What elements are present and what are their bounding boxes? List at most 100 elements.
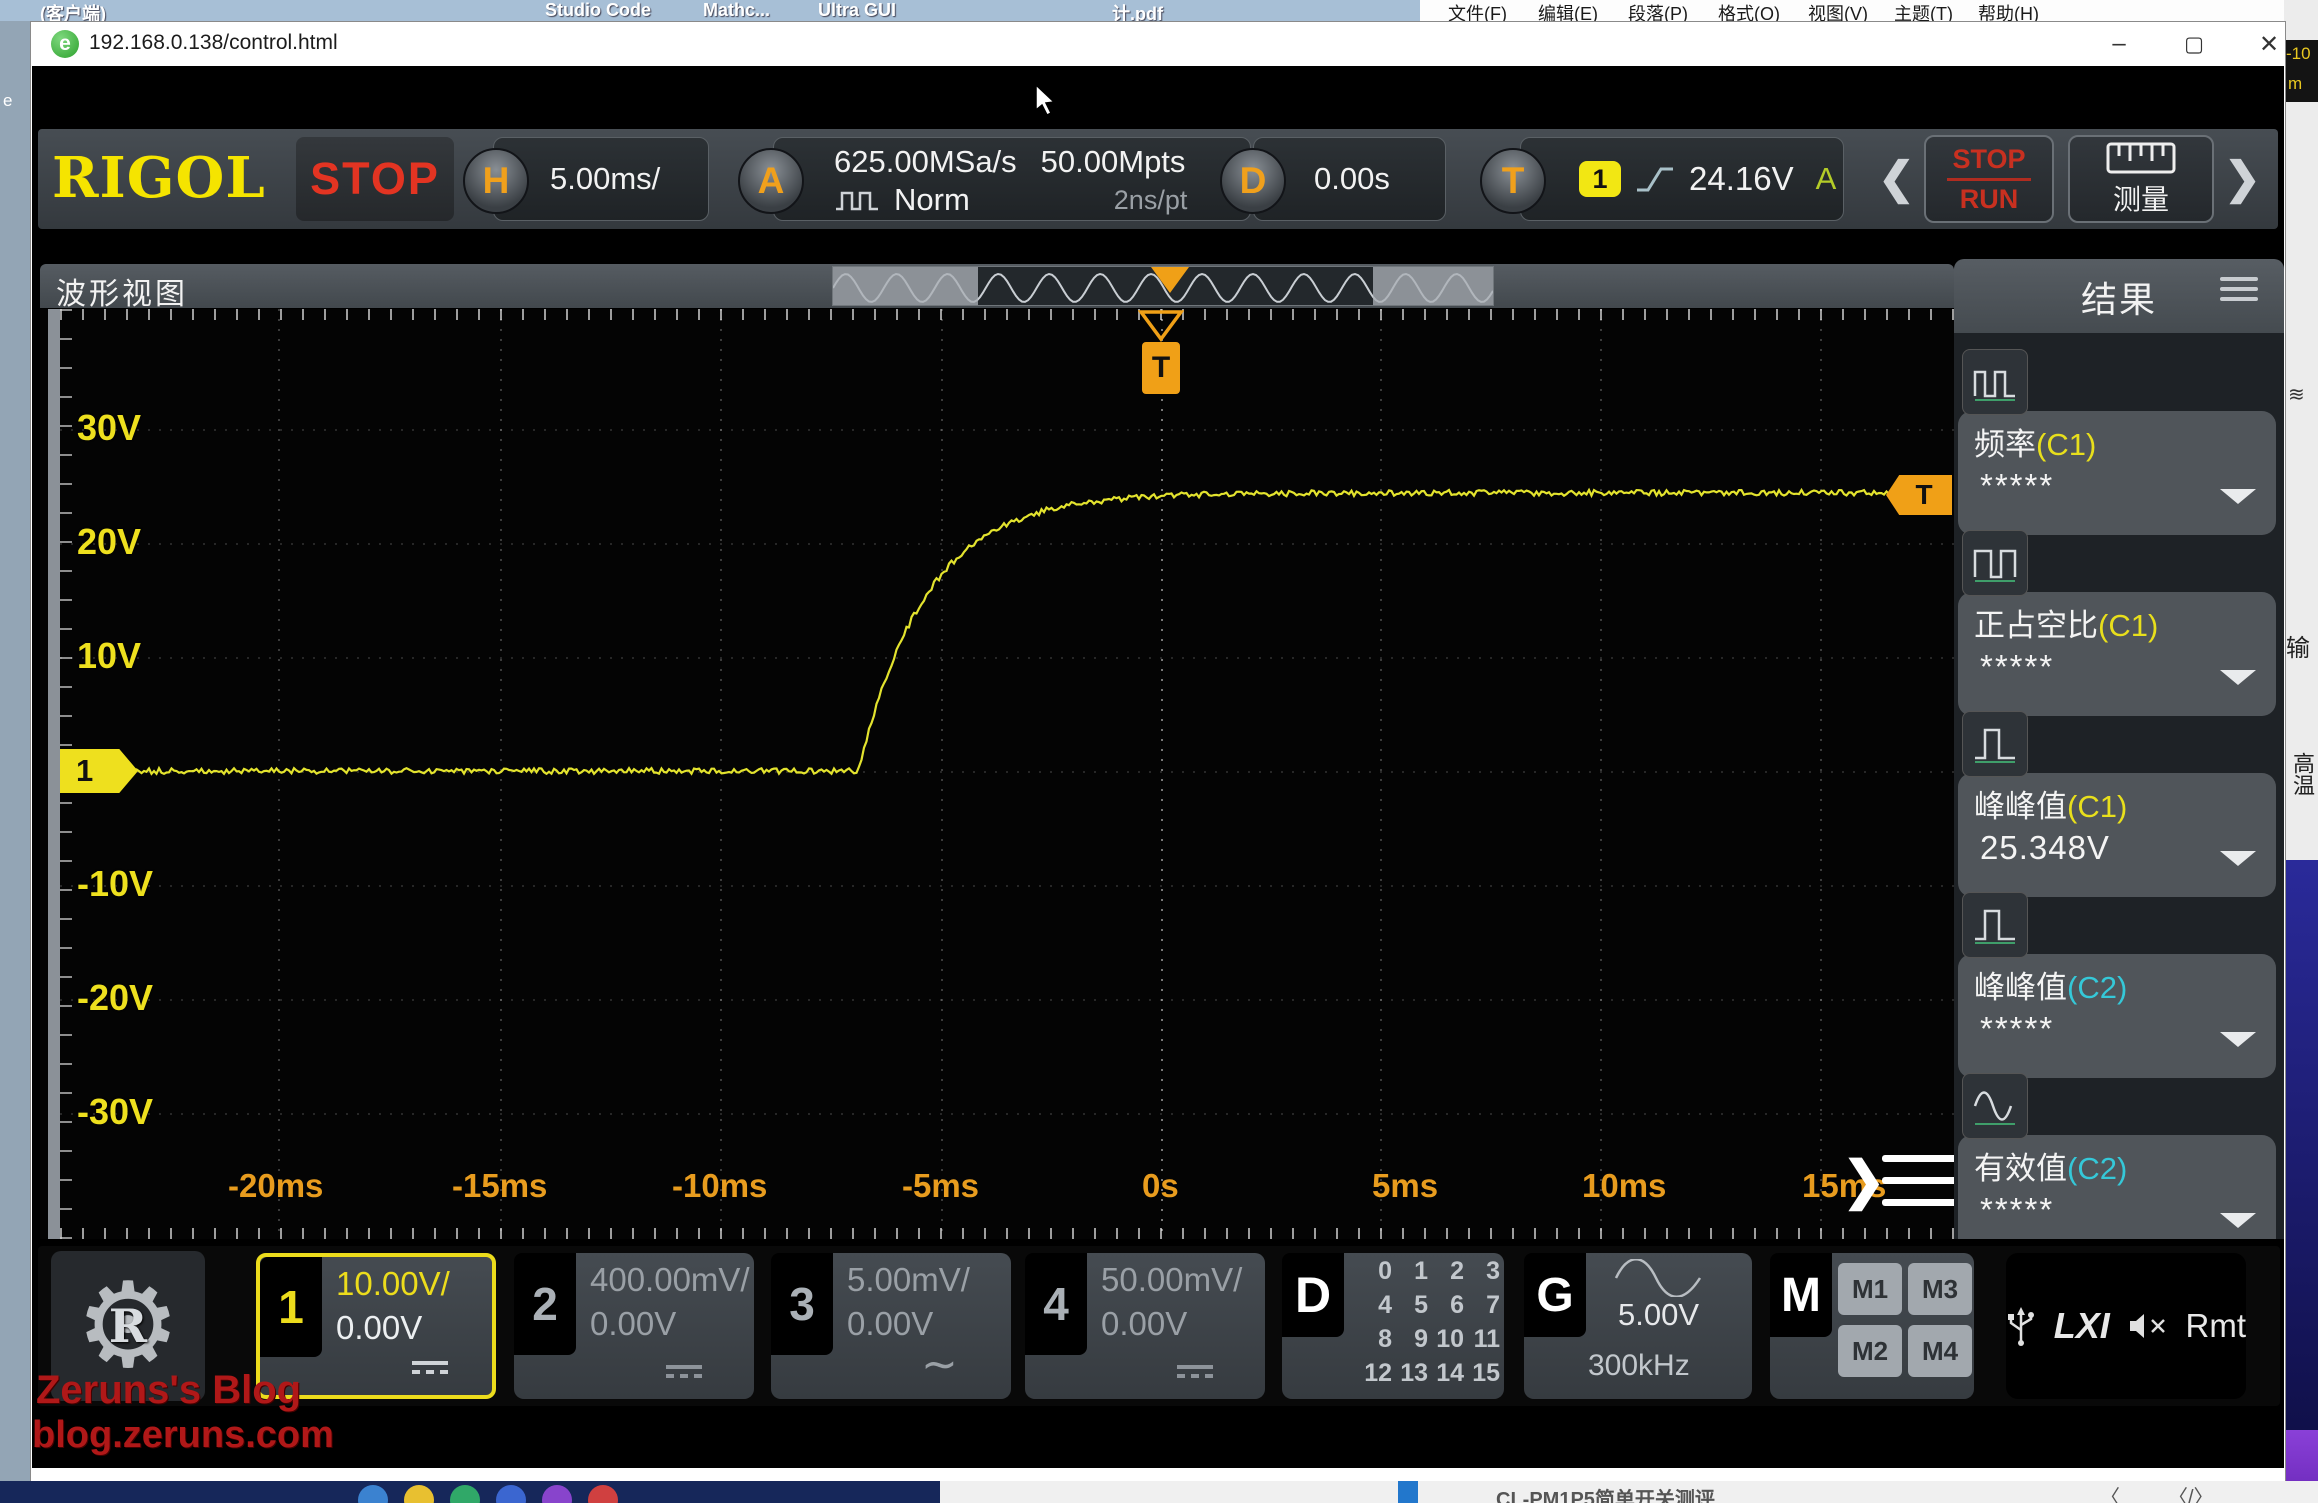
stop-run-button[interactable]: STOP RUN	[1924, 135, 2054, 223]
waveform-view: 波形视图	[40, 264, 1954, 1239]
result-expand-icon[interactable]	[2220, 851, 2256, 866]
trigger-level-marker[interactable]: T	[1886, 475, 1952, 515]
trigger-position-marker[interactable]: T	[1142, 342, 1180, 394]
trigger-panel[interactable]: 1 24.16V A	[1520, 137, 1844, 221]
math-m2-button[interactable]: M2	[1838, 1325, 1902, 1377]
taskbar-app-icon[interactable]	[588, 1485, 618, 1503]
grid-menu-icon[interactable]	[1882, 1199, 1954, 1206]
acquire-knob[interactable]: A	[738, 148, 804, 214]
grid-menu-chevron-icon[interactable]: ❯	[1842, 1151, 1886, 1211]
menu-file[interactable]: 文件(F)	[1448, 0, 1507, 21]
grid-menu-icon[interactable]	[1882, 1177, 1954, 1184]
background-blue-tile	[1398, 1481, 1418, 1503]
taskbar-app-icon[interactable]	[450, 1485, 480, 1503]
taskbar-app-icon[interactable]	[542, 1485, 572, 1503]
channel1-number: 1	[260, 1257, 322, 1357]
taskbar-item-client[interactable]: (客户端)	[40, 0, 106, 21]
measure-duty-icon	[1962, 530, 2028, 596]
edge-fragment: 输	[2286, 628, 2310, 663]
screen: (客户端) Studio Code Mathc... Ultra GUI 计.p…	[0, 0, 2318, 1503]
header-next-chevron[interactable]: ❯	[2224, 153, 2261, 204]
generator-g-label: G	[1524, 1253, 1586, 1337]
background-doc-title: CL-PM1P5简单开关测评	[1496, 1483, 1715, 1503]
measure-label: 测量	[2113, 178, 2169, 218]
background-right-edge: -10 m ≋ 输 高温	[2284, 0, 2318, 1503]
timebase-preview-strip[interactable]	[832, 266, 1494, 306]
result-label: 峰峰值	[1974, 789, 2067, 824]
channel3-scale: 5.00mV/	[847, 1261, 970, 1299]
channel4-panel[interactable]: 4 50.00mV/ 0.00V	[1025, 1253, 1265, 1399]
channel3-panel[interactable]: 3 5.00mV/ 0.00V ∼	[771, 1253, 1011, 1399]
taskbar-app-icon[interactable]	[404, 1485, 434, 1503]
stop-run-divider	[1947, 178, 2031, 181]
preview-trigger-marker[interactable]	[1151, 267, 1189, 293]
result-expand-icon[interactable]	[2220, 1213, 2256, 1228]
result-card[interactable]: 正占空比(C1) *****	[1958, 592, 2276, 716]
result-card[interactable]: 峰峰值(C1) 25.348V	[1958, 773, 2276, 897]
result-card[interactable]: 频率(C1) *****	[1958, 411, 2276, 535]
horizontal-scale-value: 5.00ms/	[550, 161, 660, 197]
horizontal-knob[interactable]: H	[463, 148, 529, 214]
trigger-position-outline-icon[interactable]	[1138, 310, 1184, 342]
run-state-indicator[interactable]: STOP	[296, 137, 454, 221]
result-card[interactable]: 峰峰值(C2) *****	[1958, 954, 2276, 1078]
taskbar-app-icon[interactable]	[496, 1485, 526, 1503]
channel4-scale: 50.00mV/	[1101, 1261, 1242, 1299]
taskbar-item-ultra-gui[interactable]: Ultra GUI	[818, 0, 896, 21]
waveform-view-title: 波形视图	[56, 269, 188, 313]
window-minimize-button[interactable]: –	[2091, 26, 2147, 62]
delay-knob[interactable]: D	[1220, 148, 1286, 214]
measure-button[interactable]: 测量	[2068, 135, 2214, 223]
channel2-panel[interactable]: 2 400.00mV/ 0.00V	[514, 1253, 754, 1399]
preview-dim-left	[833, 267, 978, 306]
results-header[interactable]: 结果	[1954, 259, 2284, 333]
header-prev-chevron[interactable]: ❮	[1878, 153, 1915, 204]
menu-format[interactable]: 格式(O)	[1718, 0, 1780, 21]
browser-url[interactable]: 192.168.0.138/control.html	[89, 31, 338, 55]
speaker-muted-icon	[2128, 1308, 2168, 1344]
taskbar-item-mathc[interactable]: Mathc...	[703, 0, 770, 21]
math-m1-button[interactable]: M1	[1838, 1263, 1902, 1315]
menu-paragraph[interactable]: 段落(P)	[1628, 0, 1688, 21]
taskbar-app-icon[interactable]	[358, 1485, 388, 1503]
math-m3-button[interactable]: M3	[1908, 1263, 1972, 1315]
math-m4-button[interactable]: M4	[1908, 1325, 1972, 1377]
result-card[interactable]: 有效值(C2) *****	[1958, 1135, 2276, 1239]
remote-label: Rmt	[2186, 1307, 2247, 1345]
acquire-panel[interactable]: 625.00MSa/s 50.00Mpts Norm 2ns/pt	[773, 137, 1251, 221]
taskbar-item-pdf[interactable]: 计.pdf	[1112, 0, 1163, 21]
graticule[interactable]: 30V 20V 10V -10V -20V -30V -20ms -15ms -…	[40, 309, 1954, 1239]
waveform-view-titlebar[interactable]: 波形视图	[40, 264, 1954, 308]
window-close-button[interactable]: ✕	[2241, 26, 2297, 62]
sample-resolution: 2ns/pt	[1114, 185, 1188, 216]
results-menu-icon[interactable]	[2220, 271, 2258, 307]
edge-blue-block	[2284, 860, 2318, 1430]
channel3-offset: 0.00V	[847, 1305, 933, 1343]
preview-dim-right	[1373, 267, 1494, 306]
back-chevron-icon[interactable]: 〈	[2100, 1481, 2120, 1503]
menu-theme[interactable]: 主题(T)	[1894, 0, 1953, 21]
result-expand-icon[interactable]	[2220, 1032, 2256, 1047]
math-panel[interactable]: M M1 M3 M2 M4	[1770, 1253, 1974, 1399]
watermark-line1: Zeruns's Blog	[36, 1368, 301, 1413]
menu-view[interactable]: 视图(V)	[1808, 0, 1868, 21]
channel1-offset: 0.00V	[336, 1309, 422, 1347]
result-expand-icon[interactable]	[2220, 489, 2256, 504]
taskbar-item-studio-code[interactable]: Studio Code	[545, 0, 651, 21]
result-expand-icon[interactable]	[2220, 670, 2256, 685]
menu-help[interactable]: 帮助(H)	[1978, 0, 2039, 21]
code-icon[interactable]: 〈/〉	[2168, 1481, 2214, 1503]
measure-pkpk-icon	[1962, 711, 2028, 777]
digital-panel[interactable]: D 0123 4567 891011 12131415	[1282, 1253, 1504, 1399]
dc-coupling-icon	[412, 1361, 452, 1374]
menu-edit[interactable]: 编辑(E)	[1538, 0, 1598, 21]
result-label: 有效值	[1974, 1151, 2067, 1186]
grid-menu-icon[interactable]	[1882, 1155, 1954, 1162]
math-m-label: M	[1770, 1253, 1832, 1337]
channel2-offset: 0.00V	[590, 1305, 676, 1343]
result-channel: (C1)	[2067, 789, 2127, 824]
window-maximize-button[interactable]: ▢	[2166, 26, 2222, 62]
browser-titlebar[interactable]: e 192.168.0.138/control.html – ▢ ✕	[31, 22, 2285, 66]
generator-panel[interactable]: G 5.00V 300kHz	[1524, 1253, 1752, 1399]
trigger-knob[interactable]: T	[1480, 148, 1546, 214]
